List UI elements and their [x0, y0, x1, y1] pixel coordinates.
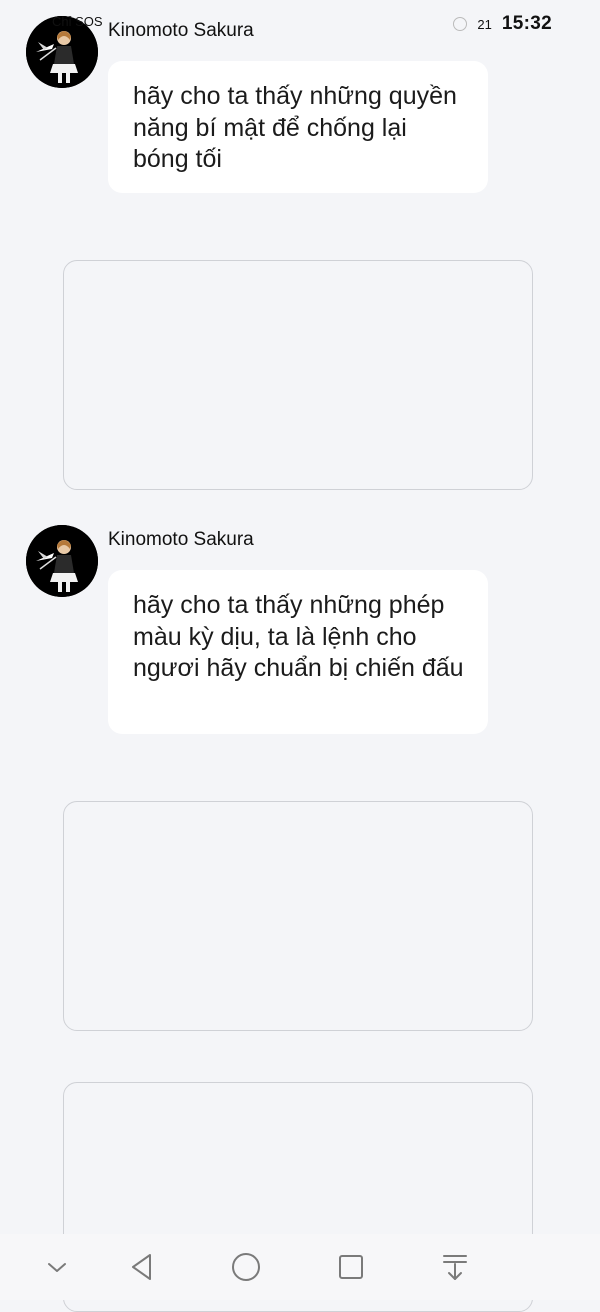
status-time: 15:32 [501, 13, 552, 34]
do-not-disturb-icon [453, 17, 468, 31]
status-right-group: 21 15:32 [453, 13, 552, 35]
back-triangle-icon[interactable] [125, 1250, 159, 1284]
status-carrier-text: Chỉ SOS [52, 14, 103, 29]
message-bubble[interactable]: hãy cho ta thấy những quyền năng bí mật … [108, 61, 488, 193]
home-circle-icon[interactable] [229, 1250, 263, 1284]
anime-avatar-icon [26, 525, 98, 597]
status-bar: Chỉ SOS 21 15:32 [0, 0, 600, 44]
message-bubble[interactable]: hãy cho ta thấy những phép màu kỳ dịu, t… [108, 570, 488, 734]
notification-pull-icon[interactable] [438, 1250, 472, 1284]
navigation-bar [0, 1234, 600, 1300]
chevron-down-icon[interactable] [40, 1250, 74, 1284]
media-card[interactable] [63, 260, 533, 490]
status-number: 21 [477, 16, 492, 32]
avatar[interactable] [26, 525, 98, 597]
media-card[interactable] [63, 801, 533, 1031]
recents-square-icon[interactable] [334, 1250, 368, 1284]
sender-name: Kinomoto Sakura [108, 529, 254, 550]
